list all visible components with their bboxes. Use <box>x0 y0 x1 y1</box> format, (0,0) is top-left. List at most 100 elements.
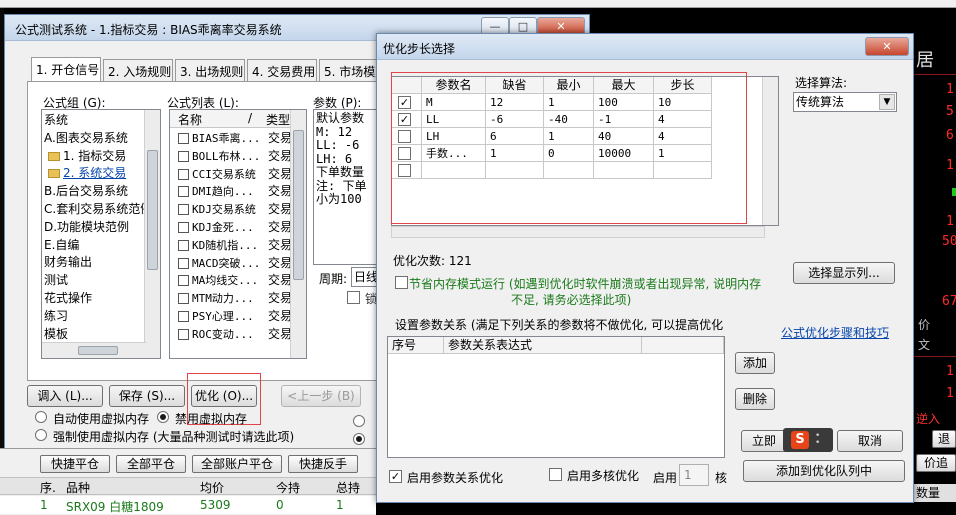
close-all-accounts-button[interactable]: 全部账户平仓 <box>192 455 282 473</box>
formula-group-item[interactable]: B.后台交易系统 <box>42 183 146 201</box>
relation-label: 设置参数关系 (满足下列关系的参数将不做优化, 可以提高优化 <box>395 318 724 332</box>
core-count-value: 1 <box>684 468 692 482</box>
formula-list-item[interactable]: MACD突破... 交易 <box>170 255 292 273</box>
chevron-down-icon[interactable]: ▼ <box>879 94 895 110</box>
formula-group-item[interactable]: 花式操作 <box>42 290 146 308</box>
select-columns-button[interactable]: 选择显示列... <box>793 262 895 284</box>
formula-type: 交易 <box>268 273 293 288</box>
formula-list-item[interactable]: ROC变动... 交易 <box>170 326 292 344</box>
option-radio-a[interactable] <box>353 415 365 427</box>
formula-list-item[interactable]: KD随机指... 交易 <box>170 237 292 255</box>
cancel-button[interactable]: 取消 <box>837 430 903 452</box>
formula-name-header[interactable]: 名称 <box>178 111 202 128</box>
quick-close-button[interactable]: 快捷平仓 <box>40 455 110 473</box>
previous-step-button[interactable]: <上一步 (B) <box>281 385 361 407</box>
dialog-close-button[interactable]: ✕ <box>865 37 909 56</box>
quick-reverse-button[interactable]: 快捷反手 <box>288 455 358 473</box>
formula-vertical-scrollbar[interactable] <box>290 110 306 358</box>
quote-value: 1 <box>946 158 954 173</box>
formula-type-header[interactable]: 类型 <box>266 111 290 128</box>
formula-group-item[interactable]: 2. 系统交易 <box>42 165 146 183</box>
tab-exit-rules[interactable]: 3. 出场规则 <box>175 59 245 81</box>
lock-checkbox[interactable] <box>347 291 360 304</box>
formula-name: KD随机指... <box>192 238 259 252</box>
price-chase-button[interactable]: 价追 <box>916 454 956 472</box>
param-grid-scrollbar[interactable] <box>762 77 778 225</box>
formula-icon <box>178 133 189 144</box>
formula-list-item[interactable]: KDJ交易系统 交易 <box>170 201 292 219</box>
tab-entry-rules[interactable]: 2. 入场规则 <box>103 59 173 81</box>
save-memory-checkbox[interactable] <box>395 276 408 289</box>
multicore-checkbox[interactable] <box>549 468 562 481</box>
tab-trading-fees[interactable]: 4. 交易费用 <box>247 59 317 81</box>
optimize-dialog-title: 优化步长选择 <box>383 42 456 56</box>
formula-group-item[interactable]: 系统 <box>42 112 146 130</box>
formula-list-item[interactable]: KDJ金死... 交易 <box>170 219 292 237</box>
formula-list-item[interactable]: BIAS乖离... 交易 <box>170 130 292 148</box>
formula-group-tree[interactable]: 系统 A.图表交易系统 1. 指标交易 2. 系统交易 B.后台交易系统 C.套利交易系统… <box>41 109 161 359</box>
add-to-queue-button[interactable]: 添加到优化队列中 <box>743 460 905 482</box>
formula-list-item[interactable]: BOLL布林... 交易 <box>170 148 292 166</box>
formula-group-item[interactable]: E.自编 <box>42 237 146 255</box>
formula-list[interactable]: 名称 / 类型 BIAS乖离... 交易 BOLL布林... 交易 CCI交易系统 交易 D… <box>169 109 307 359</box>
param-line: LL: -6 <box>316 138 360 152</box>
col-seq: 序. <box>40 481 56 495</box>
close-all-button[interactable]: 全部平仓 <box>116 455 186 473</box>
quote-value: 50 <box>942 234 956 249</box>
disable-vm-radio[interactable] <box>157 411 169 423</box>
formula-type: 交易 <box>268 202 293 217</box>
formula-icon <box>178 168 189 180</box>
formula-list-item[interactable]: DMI趋向... 交易 <box>170 183 292 201</box>
param-grid-hscroll[interactable] <box>391 226 765 238</box>
option-radio-b[interactable] <box>353 433 365 445</box>
formula-group-item[interactable]: A.图表交易系统 <box>42 130 146 148</box>
formula-type: 交易 <box>268 237 293 252</box>
delete-relation-button[interactable]: 删除 <box>735 388 775 410</box>
formula-group-item[interactable]: 财务输出 <box>42 254 146 272</box>
formula-group-item[interactable]: 模板 <box>42 326 146 344</box>
add-relation-button[interactable]: 添加 <box>735 352 775 374</box>
tab-open-signal[interactable]: 1. 开仓信号 <box>31 57 101 81</box>
formula-list-item[interactable]: MA均线交... 交易 <box>170 272 292 290</box>
formula-group-item[interactable]: 测试 <box>42 272 146 290</box>
quit-button[interactable]: 退 <box>932 430 956 448</box>
algo-label: 选择算法: <box>795 76 848 90</box>
auto-vm-radio[interactable] <box>35 411 47 423</box>
ime-menu-icon: • • <box>815 431 821 448</box>
formula-group-item[interactable]: 练习 <box>42 308 146 326</box>
formula-list-header: 名称 / 类型 <box>170 110 292 128</box>
relation-expr-header[interactable]: 参数关系表达式 <box>444 337 642 354</box>
formula-icon <box>178 275 189 287</box>
enable-relation-checkbox[interactable]: ✓ <box>389 470 402 483</box>
save-button[interactable]: 保存 (S)... <box>109 385 185 407</box>
relation-seq-header[interactable]: 序号 <box>388 337 444 354</box>
formula-icon <box>178 310 189 322</box>
formula-type: 交易 <box>268 131 293 145</box>
position-row[interactable]: 1 SRX09 白糖1809 5309 0 1 <box>0 496 376 514</box>
formula-group-item[interactable]: D.功能模块范例 <box>42 219 146 237</box>
formula-group-item[interactable]: 1. 指标交易 <box>42 148 146 166</box>
formula-name: BIAS乖离... <box>192 132 261 145</box>
force-vm-radio[interactable] <box>35 429 47 441</box>
algo-value: 传统算法 <box>796 95 845 109</box>
ime-toolbar[interactable]: S • • <box>783 428 833 452</box>
tips-link[interactable]: 公式优化步骤和技巧 <box>781 324 889 341</box>
core-unit-label: 核 <box>715 471 728 485</box>
param-line: 下单数量 <box>316 165 365 179</box>
formula-type: 交易 <box>268 308 293 323</box>
formula-group-item[interactable]: C.套利交易系统范例 <box>42 201 152 219</box>
algo-select[interactable]: 传统算法 ▼ <box>793 92 897 112</box>
formula-name: KDJ金死... <box>192 220 254 234</box>
formula-list-item[interactable]: CCI交易系统 交易 <box>170 166 292 184</box>
formula-type: 交易 <box>268 255 293 270</box>
import-button[interactable]: 调入 (L)... <box>27 385 103 407</box>
core-count-input[interactable]: 1 <box>679 464 709 486</box>
quote-label: 居 <box>916 50 934 71</box>
group-horizontal-scrollbar[interactable] <box>42 342 146 358</box>
formula-name: MACD突破... <box>192 256 261 270</box>
group-vertical-scrollbar[interactable] <box>144 110 160 358</box>
params-textbox[interactable]: 默认参数 M: 12 LL: -6 LH: 6 下单数量 注: 下单 小为100 <box>313 109 383 265</box>
relation-grid[interactable]: 序号 参数关系表达式 <box>387 336 725 458</box>
formula-list-item[interactable]: MTM动力... 交易 <box>170 290 292 308</box>
formula-list-item[interactable]: PSY心理... 交易 <box>170 308 292 326</box>
